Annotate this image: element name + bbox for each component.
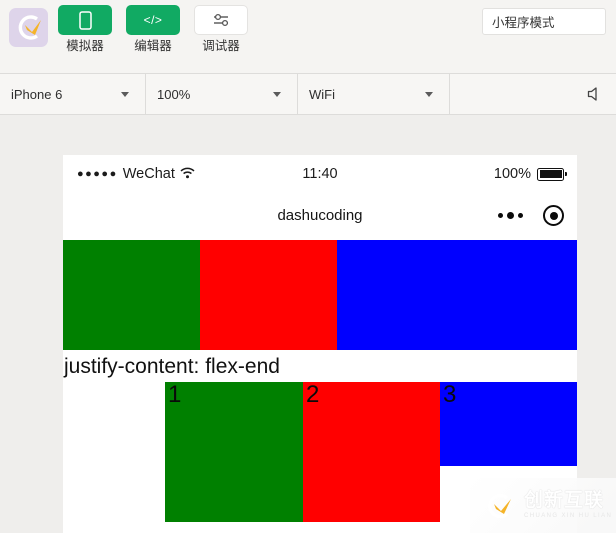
device-select[interactable]: iPhone 6 bbox=[0, 74, 146, 114]
network-select[interactable]: WiFi bbox=[298, 74, 450, 114]
flex-item-1-green: 1 bbox=[165, 382, 303, 522]
simulator-options-bar: iPhone 6 100% WiFi bbox=[0, 74, 616, 115]
phone-simulator-icon bbox=[58, 5, 112, 35]
flex-item-3-blue: 3 bbox=[440, 382, 577, 466]
speaker-mute-icon[interactable] bbox=[586, 85, 604, 103]
wechat-devtools-logo-icon bbox=[9, 8, 48, 47]
debugger-sliders-icon bbox=[194, 5, 248, 35]
phone-status-bar: ●●●●● WeChat 11:40 100% bbox=[63, 155, 577, 194]
mode-select-dropdown[interactable]: 小程序模式 bbox=[482, 8, 606, 35]
code-editor-icon: </> bbox=[126, 5, 180, 35]
zoom-select-label: 100% bbox=[157, 86, 191, 102]
chevron-down-icon bbox=[425, 92, 433, 97]
mode-select-label: 小程序模式 bbox=[492, 16, 555, 30]
editor-label: 编辑器 bbox=[134, 39, 172, 53]
phone-nav-bar: dashucoding bbox=[63, 194, 577, 240]
watermark-title: 创新互联 bbox=[524, 490, 605, 511]
chevron-down-icon bbox=[273, 92, 281, 97]
flex-item-green bbox=[63, 240, 200, 350]
simulator-button[interactable]: 模拟器 bbox=[58, 5, 112, 55]
watermark: 创新互联 CHUANG XIN HU LIAN bbox=[470, 478, 616, 533]
main-toolbar: 模拟器 </> 编辑器 调试器 小程序模式 bbox=[0, 0, 616, 74]
network-select-label: WiFi bbox=[309, 86, 335, 102]
watermark-text: 创新互联 CHUANG XIN HU LIAN bbox=[524, 490, 612, 521]
options-bar-spacer bbox=[450, 74, 616, 114]
chevron-down-icon bbox=[121, 92, 129, 97]
target-circle-icon[interactable] bbox=[543, 205, 564, 226]
debugger-button[interactable]: 调试器 bbox=[194, 5, 248, 55]
nav-actions bbox=[498, 205, 564, 226]
caption-justify-content: justify-content: flex-end bbox=[64, 355, 280, 378]
battery-full-icon bbox=[537, 167, 567, 181]
device-select-label: iPhone 6 bbox=[11, 86, 63, 102]
zoom-select[interactable]: 100% bbox=[146, 74, 298, 114]
more-dots-icon[interactable] bbox=[498, 212, 523, 219]
flex-item-blue bbox=[337, 240, 577, 350]
simulator-area: ●●●●● WeChat 11:40 100% dashucoding just… bbox=[0, 115, 616, 533]
status-bar-right: 100% bbox=[493, 165, 567, 183]
phone-frame: ●●●●● WeChat 11:40 100% dashucoding just… bbox=[63, 155, 577, 533]
flex-item-red bbox=[200, 240, 337, 350]
editor-button[interactable]: </> 编辑器 bbox=[126, 5, 180, 55]
flex-item-2-red: 2 bbox=[303, 382, 440, 522]
flex-row-default bbox=[63, 240, 577, 350]
battery-percent-label: 100% bbox=[493, 166, 531, 182]
chuangxin-hulian-logo-icon bbox=[478, 486, 518, 526]
simulator-label: 模拟器 bbox=[66, 39, 104, 53]
debugger-label: 调试器 bbox=[202, 39, 240, 53]
watermark-subtitle: CHUANG XIN HU LIAN bbox=[524, 513, 613, 519]
tool-button-group: 模拟器 </> 编辑器 调试器 bbox=[58, 5, 248, 55]
devtools-window: 模拟器 </> 编辑器 调试器 小程序模式 iPhone 6 100% WiFi… bbox=[0, 0, 616, 533]
